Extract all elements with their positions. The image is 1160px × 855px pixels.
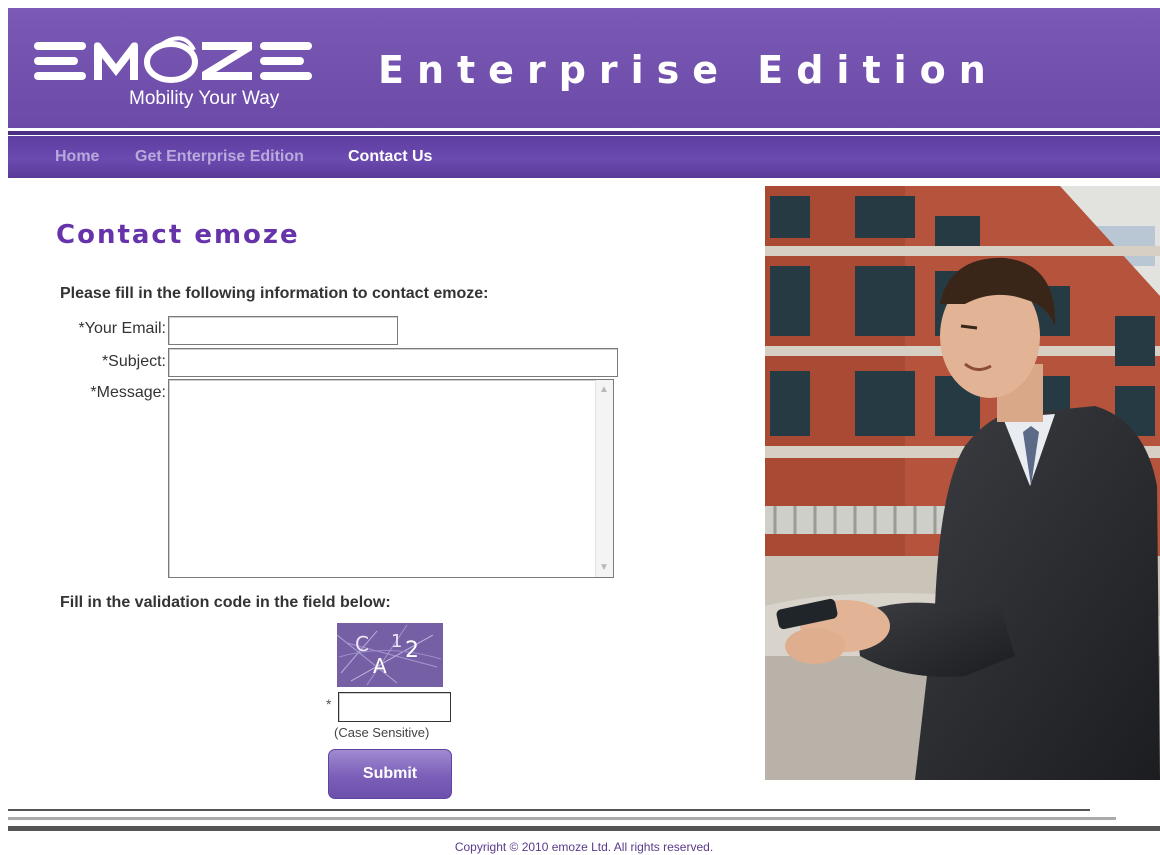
svg-text:1: 1 xyxy=(391,631,402,652)
message-scrollbar[interactable]: ▲ ▼ xyxy=(595,380,613,577)
subject-field[interactable] xyxy=(168,348,618,377)
header-banner: Mobility Your Way Enterprise Edition xyxy=(8,8,1160,128)
nav-item-contact-us[interactable]: Contact Us xyxy=(348,148,432,166)
captcha-graphic: C A 1 2 xyxy=(337,623,443,687)
captcha-image: C A 1 2 xyxy=(337,623,443,687)
page-title: Contact emoze xyxy=(56,220,300,250)
photo-illustration xyxy=(765,186,1160,780)
scroll-down-arrow-icon[interactable]: ▼ xyxy=(599,562,609,573)
svg-text:A: A xyxy=(373,654,387,678)
nav-item-home[interactable]: Home xyxy=(55,148,99,166)
case-sensitive-note: (Case Sensitive) xyxy=(334,725,430,740)
footer-divider-2 xyxy=(8,817,1116,820)
subject-label: *Subject: xyxy=(101,353,166,370)
email-field[interactable] xyxy=(168,316,398,345)
copyright-text: Copyright © 2010 emoze Ltd. All rights r… xyxy=(454,840,714,854)
logo-tagline: Mobility Your Way xyxy=(129,88,280,109)
svg-text:C: C xyxy=(355,632,369,656)
message-textarea[interactable]: ▲ ▼ xyxy=(168,379,614,578)
page: Mobility Your Way Enterprise Edition Hom… xyxy=(8,8,1160,855)
email-label: *Your Email: xyxy=(78,320,166,337)
message-label: *Message: xyxy=(90,384,166,401)
captcha-field[interactable] xyxy=(338,692,451,722)
main-nav: Home Get Enterprise Edition Contact Us xyxy=(8,136,1160,178)
emoze-logo[interactable]: Mobility Your Way xyxy=(34,36,324,116)
nav-item-get-enterprise-edition[interactable]: Get Enterprise Edition xyxy=(135,148,304,166)
validation-prompt: Fill in the validation code in the field… xyxy=(60,594,391,611)
footer-divider-3 xyxy=(8,826,1160,831)
scroll-up-arrow-icon[interactable]: ▲ xyxy=(599,384,609,395)
svg-text:2: 2 xyxy=(405,638,419,663)
form-intro: Please fill in the following information… xyxy=(60,285,489,302)
edition-title: Enterprise Edition xyxy=(378,48,999,92)
submit-button[interactable]: Submit xyxy=(328,749,452,799)
businessman-photo xyxy=(765,186,1160,780)
emoze-logo-wordmark xyxy=(34,36,312,83)
header-divider-dark xyxy=(8,131,1160,135)
captcha-required-mark: * xyxy=(326,696,332,712)
footer-divider-1 xyxy=(8,809,1090,811)
